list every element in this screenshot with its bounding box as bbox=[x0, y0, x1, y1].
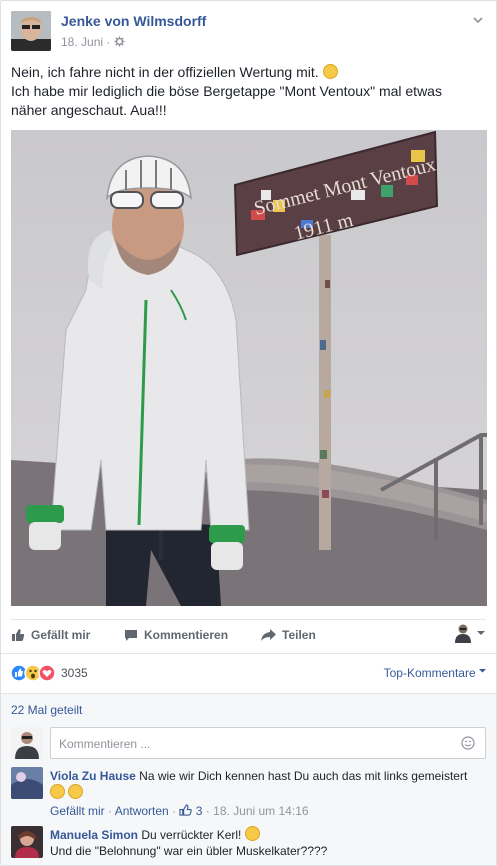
share-icon bbox=[261, 628, 276, 641]
comment-label: Kommentieren bbox=[144, 628, 229, 642]
viewer-avatar bbox=[11, 727, 43, 759]
gear-icon[interactable] bbox=[114, 35, 125, 49]
like-label: Gefällt mir bbox=[31, 628, 91, 642]
divider bbox=[1, 653, 496, 654]
meta-separator: · bbox=[106, 35, 114, 49]
thumbs-up-icon bbox=[12, 629, 25, 641]
profile-avatar-icon bbox=[455, 624, 471, 643]
comment-text-line2: Und die "Belohnung" war ein übler Muskel… bbox=[50, 844, 328, 858]
comment-icon bbox=[125, 629, 137, 641]
shares-count[interactable]: 22 Mal geteilt bbox=[11, 703, 82, 717]
reaction-icons bbox=[11, 664, 56, 682]
comment-reply-link[interactable]: Antworten bbox=[115, 804, 169, 818]
thumbs-up-icon bbox=[179, 804, 193, 816]
comment-item: Manuela Simon Du verrückter Kerl! Und di… bbox=[50, 826, 486, 859]
post-meta: 18. Juni · bbox=[61, 35, 125, 49]
post-text: Nein, ich fahre nicht in der offiziellen… bbox=[11, 63, 481, 120]
reactions-summary[interactable]: 3035 bbox=[11, 664, 88, 682]
comment-input[interactable]: Kommentieren ... bbox=[50, 727, 486, 759]
comment-button[interactable]: Kommentieren bbox=[124, 628, 228, 642]
comment-text: Na wie wir Dich kennen hast Du auch das … bbox=[139, 769, 468, 783]
chevron-down-icon[interactable] bbox=[472, 13, 484, 25]
smile-emoji-icon bbox=[244, 826, 260, 841]
commenter-name[interactable]: Viola Zu Hause bbox=[50, 769, 136, 783]
emoji-picker-icon[interactable] bbox=[461, 736, 475, 750]
footer-separator: · bbox=[172, 804, 180, 818]
share-label: Teilen bbox=[282, 628, 316, 642]
post-actions: Gefällt mir Kommentieren Teilen bbox=[11, 619, 486, 650]
cyclist-summit-photo: Sommet Mont Ventoux 1911 m bbox=[11, 130, 487, 606]
comment-sort-label: Top-Kommentare bbox=[383, 666, 476, 680]
comment-sort-dropdown[interactable]: Top-Kommentare bbox=[384, 666, 486, 680]
footer-separator: · bbox=[108, 804, 115, 818]
author-avatar[interactable] bbox=[11, 11, 51, 51]
comment-like-link[interactable]: Gefällt mir bbox=[50, 804, 105, 818]
smile-emoji-icon bbox=[50, 784, 65, 799]
caret-down-icon bbox=[477, 631, 485, 635]
comment-footer: Gefällt mir · Antworten · 3 · 18. Juni u… bbox=[50, 804, 309, 818]
commenter-avatar[interactable] bbox=[11, 767, 43, 799]
comment-item: Viola Zu Hause Na wie wir Dich kennen ha… bbox=[50, 768, 486, 801]
smile-emoji-icon bbox=[68, 784, 84, 799]
post-card: Jenke von Wilmsdorff 18. Juni · Nein, ic… bbox=[0, 0, 497, 866]
author-name[interactable]: Jenke von Wilmsdorff bbox=[61, 13, 206, 29]
post-header: Jenke von Wilmsdorff 18. Juni · bbox=[11, 11, 486, 53]
commenter-avatar[interactable] bbox=[11, 826, 43, 858]
reaction-count: 3035 bbox=[61, 666, 88, 680]
post-text-line2: Ich habe mir lediglich die böse Bergetap… bbox=[11, 83, 442, 118]
like-button[interactable]: Gefällt mir bbox=[11, 628, 90, 642]
share-button[interactable]: Teilen bbox=[261, 628, 316, 642]
caret-down-icon bbox=[479, 669, 486, 673]
commenter-name[interactable]: Manuela Simon bbox=[50, 828, 138, 842]
post-text-line1: Nein, ich fahre nicht in der offiziellen… bbox=[11, 64, 319, 80]
grinning-emoji-icon bbox=[322, 64, 338, 79]
post-date[interactable]: 18. Juni bbox=[61, 35, 103, 49]
comment-like-count[interactable]: 3 bbox=[196, 804, 203, 818]
comment-timestamp[interactable]: 18. Juni um 14:16 bbox=[213, 804, 308, 818]
post-as-selector[interactable] bbox=[454, 623, 486, 643]
comment-text: Du verrückter Kerl! bbox=[141, 828, 242, 842]
post-photo[interactable]: Sommet Mont Ventoux 1911 m bbox=[11, 130, 487, 606]
comment-input-placeholder: Kommentieren ... bbox=[59, 737, 151, 751]
